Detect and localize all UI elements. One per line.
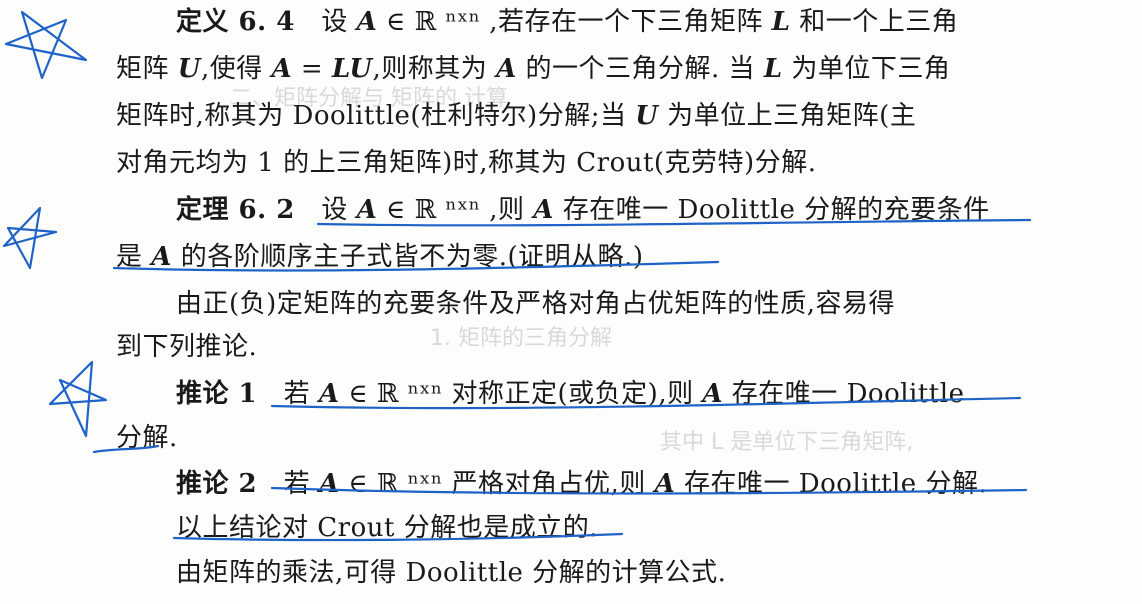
- text-line-para-l1: 由正(负)定矩阵的充要条件及严格对角占优矩阵的性质,容易得: [176, 284, 895, 324]
- text-span: ,使得: [200, 54, 272, 84]
- text-span: ∈ ℝ ⁿˣⁿ ,若存在一个下三角矩阵: [377, 7, 772, 37]
- heading-label: 定理 6. 2: [176, 195, 295, 225]
- heading-label: 定义 6. 4: [176, 7, 295, 37]
- text-line-cor-1-l1: 推论 1 若 A ∈ ℝ ⁿˣⁿ 对称正定(或负定),则 A 存在唯一 Dool…: [176, 374, 964, 414]
- text-line-def-6-4-l3: 矩阵时,称其为 Doolittle(杜利特尔)分解;当 U 为单位上三角矩阵(主: [116, 96, 916, 136]
- star-icon: [2, 206, 58, 270]
- math-symbol: A: [318, 379, 340, 409]
- math-symbol: L: [763, 54, 783, 84]
- text-span: 设: [294, 7, 357, 37]
- text-span: 若: [257, 379, 319, 409]
- heading-label: 推论 1: [176, 379, 258, 409]
- text-span: ∈ ℝ ⁿˣⁿ 对称正定(或负定),则: [339, 379, 703, 409]
- text-span: 存在唯一 Doolittle: [723, 379, 965, 409]
- heading-label: 推论 2: [176, 469, 258, 499]
- scanned-page: 二、矩阵分解与 矩阵的 计算 1. 矩阵的三角分解 其中 L 是单位下三角矩阵, 定…: [0, 0, 1142, 604]
- star-icon: [4, 10, 88, 80]
- math-symbol: A: [356, 195, 378, 225]
- text-line-formula-l1: 由矩阵的乘法,可得 Doolittle 分解的计算公式.: [176, 553, 726, 593]
- text-span: 若: [257, 469, 319, 499]
- text-line-def-6-4-l2: 矩阵 U,使得 A = LU,则称其为 A 的一个三角分解. 当 L 为单位下三…: [116, 49, 950, 89]
- math-symbol: A: [496, 54, 517, 84]
- text-span: 矩阵时,称其为 Doolittle(杜利特尔)分解;当: [116, 101, 636, 131]
- text-span: 设: [294, 195, 357, 225]
- text-line-cor-1-l2: 分解.: [116, 418, 178, 458]
- math-symbol: U: [635, 101, 659, 131]
- text-span: 对角元均为 1 的上三角矩阵)时,称其为 Crout(克劳特)分解.: [116, 148, 817, 178]
- text-span: 以上结论对 Crout 分解也是成立的.: [176, 513, 598, 543]
- text-span: 存在唯一 Doolittle 分解.: [675, 469, 988, 499]
- math-symbol: LU: [332, 54, 373, 84]
- bleed-through-text: 其中 L 是单位下三角矩阵,: [660, 430, 914, 455]
- text-line-cor-2-l1: 推论 2 若 A ∈ ℝ ⁿˣⁿ 严格对角占优,则 A 存在唯一 Doolitt…: [176, 464, 987, 504]
- text-line-cor-2-l2: 以上结论对 Crout 分解也是成立的.: [176, 508, 598, 548]
- math-symbol: A: [318, 469, 340, 499]
- math-symbol: A: [533, 195, 554, 225]
- math-symbol: A: [702, 379, 724, 409]
- text-span: 由正(负)定矩阵的充要条件及严格对角占优矩阵的性质,容易得: [176, 289, 896, 319]
- text-line-def-6-4-l4: 对角元均为 1 的上三角矩阵)时,称其为 Crout(克劳特)分解.: [116, 143, 816, 183]
- math-symbol: A: [654, 469, 676, 499]
- text-span: 的一个三角分解. 当: [516, 54, 764, 84]
- text-span: ,则称其为: [372, 54, 497, 84]
- math-symbol: L: [771, 7, 791, 37]
- star-icon: [48, 360, 108, 438]
- math-symbol: A: [151, 242, 172, 272]
- text-line-thm-6-2-l1: 定理 6. 2 设 A ∈ ℝ ⁿˣⁿ ,则 A 存在唯一 Doolittle …: [176, 190, 990, 230]
- text-span: 到下列推论.: [116, 332, 258, 362]
- text-line-def-6-4-l1: 定义 6. 4 设 A ∈ ℝ ⁿˣⁿ ,若存在一个下三角矩阵 L 和一个上三角: [176, 2, 958, 42]
- math-symbol: A: [271, 54, 293, 84]
- text-span: 矩阵: [116, 54, 178, 84]
- text-line-para-l2: 到下列推论.: [116, 327, 257, 367]
- text-span: 的各阶顺序主子式皆不为零.(证明从略.): [171, 242, 644, 272]
- text-span: 存在唯一 Doolittle 分解的充要条件: [553, 195, 990, 225]
- text-line-thm-6-2-l2: 是 A 的各阶顺序主子式皆不为零.(证明从略.): [116, 237, 644, 277]
- bleed-through-text: 1. 矩阵的三角分解: [430, 326, 612, 351]
- text-span: 为单位下三角: [782, 54, 951, 84]
- text-span: 是: [116, 242, 152, 272]
- text-span: 分解.: [116, 423, 178, 453]
- text-span: ∈ ℝ ⁿˣⁿ 严格对角占优,则: [339, 469, 655, 499]
- text-span: =: [292, 54, 332, 84]
- math-symbol: A: [356, 7, 378, 37]
- text-span: 和一个上三角: [790, 7, 959, 37]
- math-symbol: U: [177, 54, 201, 84]
- text-span: 为单位上三角矩阵(主: [658, 101, 917, 131]
- text-span: ∈ ℝ ⁿˣⁿ ,则: [377, 195, 534, 225]
- text-span: 由矩阵的乘法,可得 Doolittle 分解的计算公式.: [176, 558, 727, 588]
